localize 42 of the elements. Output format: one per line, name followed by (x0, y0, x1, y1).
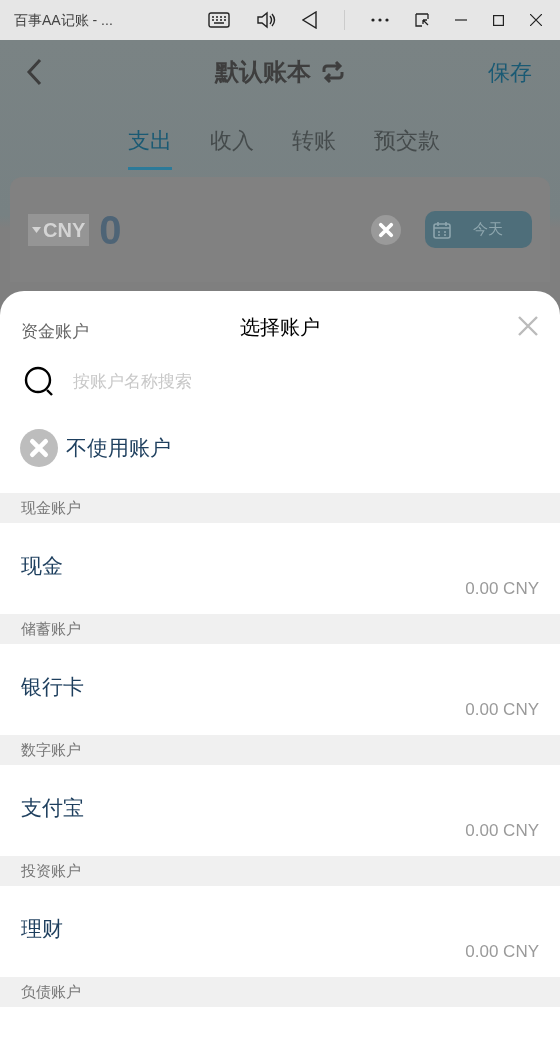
sheet-label: 资金账户 (21, 321, 89, 343)
ledger-title: 默认账本 (215, 57, 311, 87)
account-row[interactable]: 支付宝 0.00 CNY (0, 765, 560, 856)
account-row[interactable]: 现金 0.00 CNY (0, 523, 560, 614)
currency-selector[interactable]: CNY (28, 213, 90, 246)
account-name: 理财 (21, 915, 63, 942)
clear-icon (20, 428, 58, 467)
tab[interactable]: 转账 (292, 124, 336, 170)
account-balance: 0.00 CNY (465, 940, 539, 963)
speaker-icon[interactable] (256, 11, 276, 29)
tab[interactable]: 预交款 (374, 124, 440, 170)
maximize-icon[interactable] (493, 14, 504, 26)
window-cursor-icon[interactable] (415, 13, 429, 27)
account-name: 现金 (21, 552, 63, 579)
sheet-title: 选择账户 (240, 314, 320, 340)
window-title: 百事AA记账 - ... (14, 10, 114, 30)
tab[interactable]: 收入 (210, 124, 254, 170)
account-row[interactable]: 理财 0.00 CNY (0, 886, 560, 977)
group-header: 数字账户 (0, 735, 560, 765)
account-name: 支付宝 (21, 794, 84, 821)
save-button[interactable]: 保存 (488, 55, 532, 89)
group-header: 现金账户 (0, 493, 560, 523)
tab[interactable]: 支出 (128, 124, 172, 170)
account-row[interactable]: 银行卡 0.00 CNY (0, 644, 560, 735)
switch-icon[interactable] (321, 60, 345, 84)
back-icon[interactable] (26, 58, 42, 86)
no-account-option[interactable]: 不使用账户 (0, 412, 560, 493)
caret-icon (32, 226, 41, 233)
account-name: 银行卡 (21, 673, 84, 700)
keyboard-icon[interactable] (208, 12, 230, 28)
calendar-icon (433, 220, 451, 239)
group-header: 储蓄账户 (0, 614, 560, 644)
back-triangle-icon[interactable] (302, 11, 318, 29)
account-balance: 0.00 CNY (465, 577, 539, 600)
more-icon[interactable] (371, 18, 389, 22)
date-button[interactable]: 今天 (425, 211, 532, 248)
group-header: 负债账户 (0, 977, 560, 1007)
account-balance: 0.00 CNY (465, 698, 539, 721)
account-balance: 0.00 CNY (465, 819, 539, 842)
clear-icon (371, 214, 401, 245)
group-header: 投资账户 (0, 856, 560, 886)
close-icon[interactable] (530, 14, 542, 26)
